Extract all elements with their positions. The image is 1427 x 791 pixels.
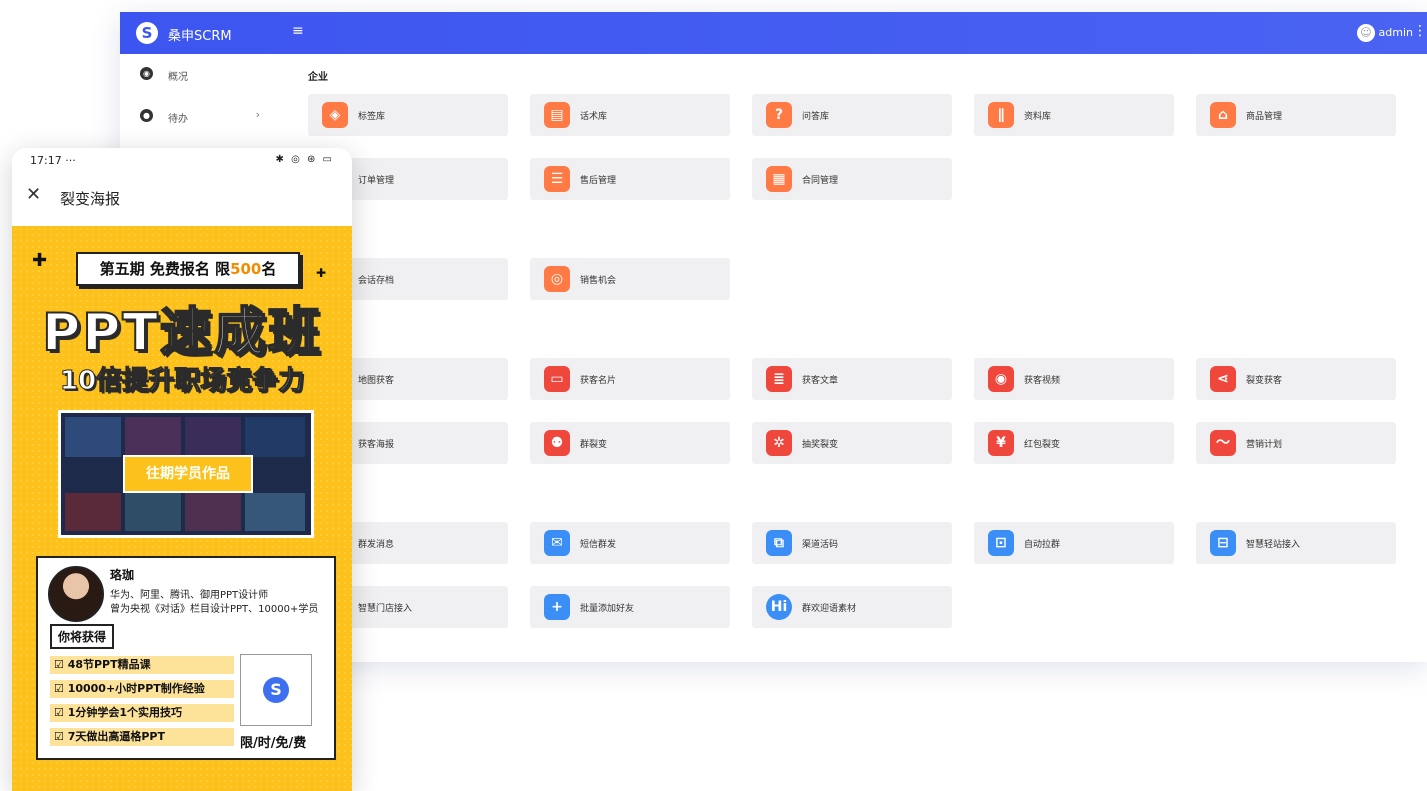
- teacher-name: 珞珈: [110, 568, 135, 582]
- brand-name: 桑申SCRM: [168, 29, 232, 44]
- tile-group-fission[interactable]: ⚉ 群裂变: [530, 422, 730, 464]
- phone-preview: 17:17 ··· ✱ ◎ ⊛ ▭ ✕ 裂变海报 ✚ ✚ 第五期 免费报名 限5…: [12, 148, 352, 791]
- more-icon[interactable]: ⋮: [1413, 23, 1427, 39]
- logo-icon: S: [263, 677, 289, 703]
- tile-video[interactable]: ◉ 获客视频: [974, 358, 1174, 400]
- teacher-bio: 华为、阿里、腾讯、御用PPT设计师: [110, 590, 269, 601]
- poster-subtitle: 10倍提升职场竞争力: [59, 366, 305, 397]
- tile-marketing-plan[interactable]: 〜 营销计划: [1196, 422, 1396, 464]
- showcase-label: 往期学员作品: [123, 455, 253, 493]
- books-icon: ∥: [988, 102, 1014, 128]
- tag-icon: ◈: [322, 102, 348, 128]
- logo-icon: S: [136, 22, 158, 44]
- tile-business-card[interactable]: ▭ 获客名片: [530, 358, 730, 400]
- status-time: 17:17 ···: [30, 154, 76, 167]
- qr-caption: 限/时/免/费: [240, 736, 307, 751]
- target-icon: ◎: [544, 266, 570, 292]
- fission-poster: ✚ ✚ 第五期 免费报名 限500名 PPT速成班 10倍提升职场竞争力 往期学…: [12, 226, 352, 791]
- chat-icon: ▤: [544, 102, 570, 128]
- question-icon: ?: [766, 102, 792, 128]
- sparkle-icon: ✚: [32, 250, 48, 271]
- tile-contract-management[interactable]: ▦ 合同管理: [752, 158, 952, 200]
- dashboard-icon: ◉: [140, 67, 153, 80]
- tile-tag-library[interactable]: ◈ 标签库: [308, 94, 508, 136]
- top-bar: S 桑申SCRM ≡ ☺ admin ⋮: [120, 12, 1427, 54]
- tile-product-management[interactable]: ⌂ 商品管理: [1196, 94, 1396, 136]
- teacher-card: 珞珈 华为、阿里、腾讯、御用PPT设计师 曾为央视《对话》栏目设计PPT、100…: [36, 556, 336, 760]
- close-icon[interactable]: ✕: [26, 184, 41, 205]
- bag-icon: ⌂: [1210, 102, 1236, 128]
- benefit-item: ☑ 48节PPT精品课: [50, 656, 234, 674]
- tile-red-packet[interactable]: ¥ 红包裂变: [974, 422, 1174, 464]
- auto-group-icon: ⊡: [988, 530, 1014, 556]
- tile-batch-add-friends[interactable]: + 批量添加好友: [530, 586, 730, 628]
- sidebar-item-overview[interactable]: ◉ 概况: [120, 56, 282, 92]
- teacher-bio: 曾为央视《对话》栏目设计PPT、10000+学员: [110, 604, 319, 615]
- tile-light-site[interactable]: ⊟ 智慧轻站接入: [1196, 522, 1396, 564]
- tile-faq-library[interactable]: ? 问答库: [752, 94, 952, 136]
- tile-after-sales[interactable]: ☰ 售后管理: [530, 158, 730, 200]
- list-icon: ☰: [544, 166, 570, 192]
- poster-title: PPT速成班: [41, 302, 322, 364]
- card-icon: ▭: [544, 366, 570, 392]
- sidebar-item-label: 待办: [168, 114, 188, 125]
- wheel-icon: ✲: [766, 430, 792, 456]
- section-title: 企业: [308, 72, 328, 83]
- tile-article[interactable]: ≣ 获客文章: [752, 358, 952, 400]
- article-icon: ≣: [766, 366, 792, 392]
- user-avatar[interactable]: ☺: [1357, 24, 1375, 42]
- chart-icon: 〜: [1210, 430, 1236, 456]
- video-icon: ◉: [988, 366, 1014, 392]
- benefit-item: ☑ 7天做出高逼格PPT: [50, 728, 234, 746]
- main-content: 企业 ◈ 标签库 ▤ 话术库 ? 问答库 ∥ 资料库 ⌂ 商品管理 ≡ 订单管理…: [282, 54, 1427, 662]
- qrcode-icon: ⧉: [766, 530, 792, 556]
- tile-auto-group[interactable]: ⊡ 自动拉群: [974, 522, 1174, 564]
- contract-icon: ▦: [766, 166, 792, 192]
- hi-icon: Hi: [766, 594, 792, 620]
- red-packet-icon: ¥: [988, 430, 1014, 456]
- teacher-avatar: [48, 566, 104, 622]
- tile-channel-code[interactable]: ⧉ 渠道活码: [752, 522, 952, 564]
- tile-material-library[interactable]: ∥ 资料库: [974, 94, 1174, 136]
- username[interactable]: admin: [1379, 26, 1413, 39]
- sms-icon: ✉: [544, 530, 570, 556]
- tile-script-library[interactable]: ▤ 话术库: [530, 94, 730, 136]
- sidebar-item-label: 概况: [168, 72, 188, 83]
- share-icon: ⋖: [1210, 366, 1236, 392]
- tile-sms-broadcast[interactable]: ✉ 短信群发: [530, 522, 730, 564]
- sidebar-item-todo[interactable]: ● 待办 ›: [120, 98, 282, 134]
- phone-title: 裂变海报: [60, 190, 121, 208]
- sparkle-icon: ✚: [316, 266, 327, 280]
- qr-code[interactable]: S: [240, 654, 312, 726]
- gain-label: 你将获得: [50, 624, 115, 649]
- tile-sales-opportunity[interactable]: ◎ 销售机会: [530, 258, 730, 300]
- menu-toggle-icon[interactable]: ≡: [292, 23, 304, 39]
- tile-fission-acquisition[interactable]: ⋖ 裂变获客: [1196, 358, 1396, 400]
- status-icons: ✱ ◎ ⊛ ▭: [275, 154, 334, 165]
- todo-icon: ●: [140, 109, 153, 122]
- enrollment-badge: 第五期 免费报名 限500名: [76, 252, 300, 286]
- chevron-right-icon: ›: [255, 108, 260, 121]
- site-icon: ⊟: [1210, 530, 1236, 556]
- tile-lottery-fission[interactable]: ✲ 抽奖裂变: [752, 422, 952, 464]
- benefit-item: ☑ 10000+小时PPT制作经验: [50, 680, 234, 698]
- add-user-icon: +: [544, 594, 570, 620]
- student-works-showcase: 往期学员作品: [58, 410, 314, 538]
- tile-welcome-material[interactable]: Hi 群欢迎语素材: [752, 586, 952, 628]
- benefit-item: ☑ 1分钟学会1个实用技巧: [50, 704, 234, 722]
- group-icon: ⚉: [544, 430, 570, 456]
